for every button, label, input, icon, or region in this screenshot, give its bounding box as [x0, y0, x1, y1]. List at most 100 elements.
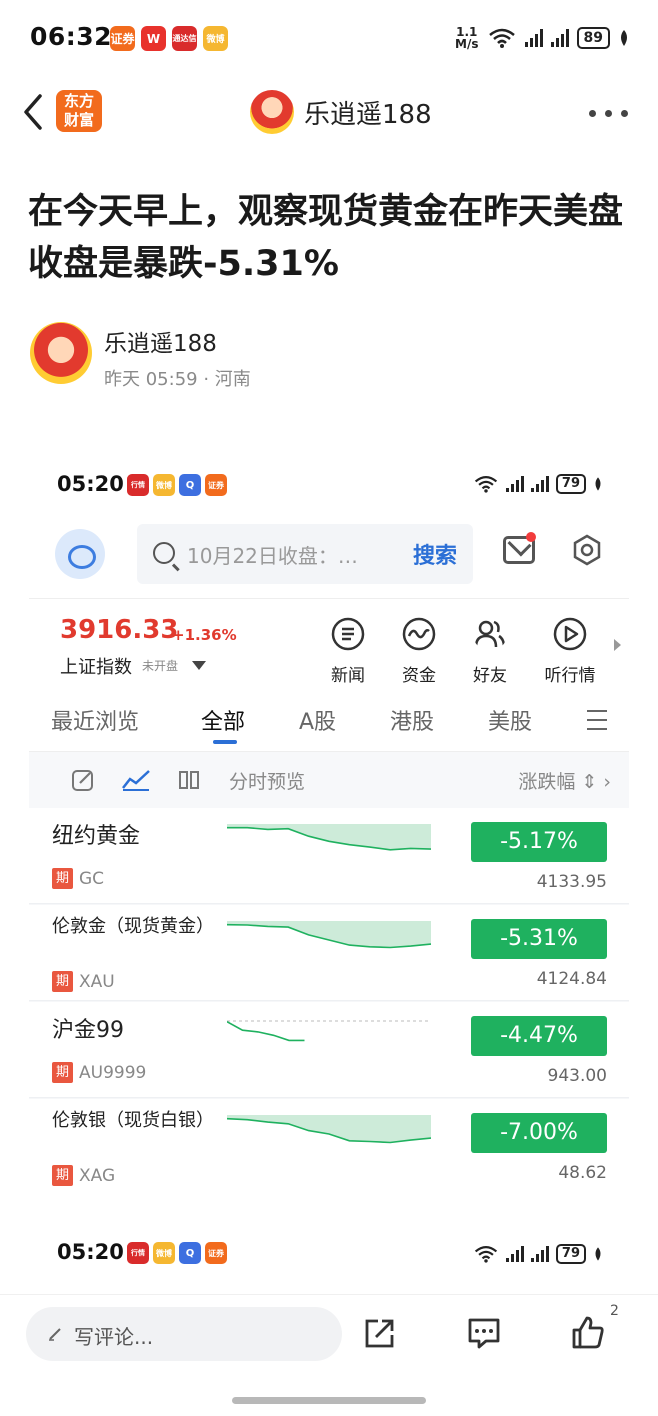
shot-search-bar: 10月22日收盘：… 搜索: [29, 512, 629, 598]
like-count: 2: [610, 1303, 619, 1319]
search-input[interactable]: 10月22日收盘：… 搜索: [137, 524, 473, 584]
instrument-code: 期 XAU: [52, 971, 115, 992]
quick-action-funds[interactable]: 资金: [382, 617, 456, 686]
author-name[interactable]: 乐逍遥188: [104, 324, 217, 358]
avatar: [250, 90, 294, 134]
leaf-icon: [595, 1247, 601, 1261]
columns-icon[interactable]: [177, 768, 201, 792]
market-tabs: 最近浏览 全部 A股 港股 美股: [29, 688, 629, 752]
edit-icon[interactable]: [71, 768, 95, 792]
line-chart-icon[interactable]: [121, 768, 151, 792]
menu-icon[interactable]: [587, 710, 607, 737]
table-row[interactable]: 伦敦金（现货黄金） 期 XAU -5.31% 4124.84: [29, 905, 629, 1001]
shot2-status-time: 05:20: [57, 1240, 124, 1264]
comment-input[interactable]: 写评论...: [26, 1307, 342, 1361]
battery-indicator: 79: [555, 474, 586, 494]
chevron-right-icon[interactable]: [614, 639, 621, 651]
author-avatar[interactable]: [30, 322, 92, 384]
wifi-icon: [474, 1245, 497, 1263]
status-time: 06:32: [30, 22, 113, 51]
last-price: 4133.95: [536, 872, 607, 892]
last-price: 4124.84: [536, 969, 607, 989]
nav-bar: 东方 财富 乐逍遥188: [0, 80, 658, 146]
app-icon-q: Q: [179, 474, 201, 496]
table-row[interactable]: 沪金99 期 AU9999 -4.47% 943.00: [29, 1002, 629, 1098]
sort-change-button[interactable]: 涨跌幅 ⇕ ›: [518, 767, 611, 794]
change-badge[interactable]: -7.00%: [471, 1113, 607, 1153]
change-badge[interactable]: -5.31%: [471, 919, 607, 959]
app-icon-weibo: 微博: [203, 26, 228, 51]
index-name[interactable]: 上证指数: [60, 653, 132, 679]
more-icon[interactable]: [589, 110, 628, 117]
list-toolbar: 分时预览 涨跌幅 ⇕ ›: [29, 752, 629, 808]
chevron-down-icon[interactable]: [192, 661, 206, 670]
nav-title: 乐逍遥188: [304, 99, 432, 130]
tab-recent[interactable]: 最近浏览: [51, 704, 139, 736]
search-icon: [153, 542, 175, 564]
bottom-action-bar: 写评论... 2: [0, 1294, 658, 1372]
sparkline-line: [227, 1020, 305, 1042]
post-meta: 昨天 05:59 · 河南: [104, 369, 251, 390]
settings-hex-icon[interactable]: [571, 534, 603, 566]
app-icon-tdx: 通达信: [172, 26, 197, 51]
wifi-icon: [488, 28, 515, 48]
battery-indicator: 89: [576, 27, 610, 49]
change-badge[interactable]: -4.47%: [471, 1016, 607, 1056]
sparkline: [227, 921, 431, 949]
net-speed: 1.1 M/s: [455, 25, 479, 51]
table-row[interactable]: 纽约黄金 期 GC -5.17% 4133.95: [29, 808, 629, 904]
instrument-code: 期 AU9999: [52, 1062, 146, 1083]
nav-author[interactable]: 乐逍遥188: [250, 90, 432, 134]
shot2-app-icons: 行情 微博 Q 证券: [127, 1242, 227, 1264]
instrument-name: 伦敦银（现货白银）: [52, 1110, 214, 1131]
comment-placeholder: 写评论...: [74, 1325, 154, 1349]
status-indicators: 1.1 M/s 89: [455, 26, 630, 50]
signal-icon: [524, 29, 543, 47]
leaf-icon: [621, 30, 627, 46]
app-icon-q: Q: [179, 1242, 201, 1264]
back-arrow-icon[interactable]: [18, 92, 48, 132]
index-change: +1.36%: [172, 626, 237, 644]
signal-icon-2: [530, 476, 549, 492]
eastmoney-logo[interactable]: 东方 财富: [56, 90, 102, 132]
tab-us-shares[interactable]: 美股: [488, 704, 532, 736]
share-icon[interactable]: [362, 1315, 398, 1351]
quick-action-friends[interactable]: 好友: [453, 617, 527, 686]
author-block[interactable]: 乐逍遥188 昨天 05:59 · 河南: [30, 322, 630, 392]
change-badge[interactable]: -5.17%: [471, 822, 607, 862]
home-indicator[interactable]: [232, 1397, 426, 1404]
signal-icon-2: [550, 29, 569, 47]
active-tab-indicator: [213, 740, 237, 744]
table-row[interactable]: 伦敦银（现货白银） 期 XAG -7.00% 48.62: [29, 1099, 629, 1192]
app-icon-quotes: 行情: [127, 1242, 149, 1264]
last-price: 943.00: [547, 1066, 607, 1086]
leaf-icon: [595, 477, 601, 491]
wifi-icon: [474, 475, 497, 493]
instrument-name: 纽约黄金: [52, 824, 141, 849]
index-value[interactable]: 3916.33: [60, 615, 178, 645]
search-placeholder: 10月22日收盘：…: [187, 544, 358, 568]
futures-tag: 期: [52, 971, 73, 992]
second-screenshot-status: 05:20 行情 微博 Q 证券 79: [29, 1232, 629, 1276]
quick-action-news[interactable]: 新闻: [311, 617, 385, 686]
comment-icon[interactable]: [466, 1315, 502, 1351]
index-panel: 3916.33 +1.36% 上证指数 未开盘 新闻 资金 好友 听行情: [29, 598, 629, 688]
embedded-screenshot[interactable]: 05:20 行情 微博 Q 证券 79 10月22日收盘：… 搜索 3916.3…: [29, 452, 629, 1192]
like-icon[interactable]: [570, 1315, 606, 1351]
article-title: 在今天早上，观察现货黄金在昨天美盘收盘是暴跌-5.31%: [28, 192, 624, 284]
sparkline-area: [227, 1115, 431, 1143]
app-icon-securities: 证券: [110, 26, 135, 51]
quick-action-listen[interactable]: 听行情: [533, 617, 607, 686]
shot-status-time: 05:20: [57, 472, 124, 496]
instrument-code: 期 GC: [52, 868, 104, 889]
index-status: 未开盘: [142, 659, 179, 673]
signal-icon: [505, 476, 524, 492]
tab-a-shares[interactable]: A股: [299, 704, 336, 736]
weibo-logo-icon[interactable]: [55, 529, 105, 579]
sparkline: [227, 1020, 431, 1042]
app-icon-quotes: 行情: [127, 474, 149, 496]
play-icon: [553, 617, 587, 651]
search-button[interactable]: 搜索: [413, 538, 457, 570]
tab-hk-shares[interactable]: 港股: [390, 704, 434, 736]
tab-all[interactable]: 全部: [201, 704, 245, 736]
